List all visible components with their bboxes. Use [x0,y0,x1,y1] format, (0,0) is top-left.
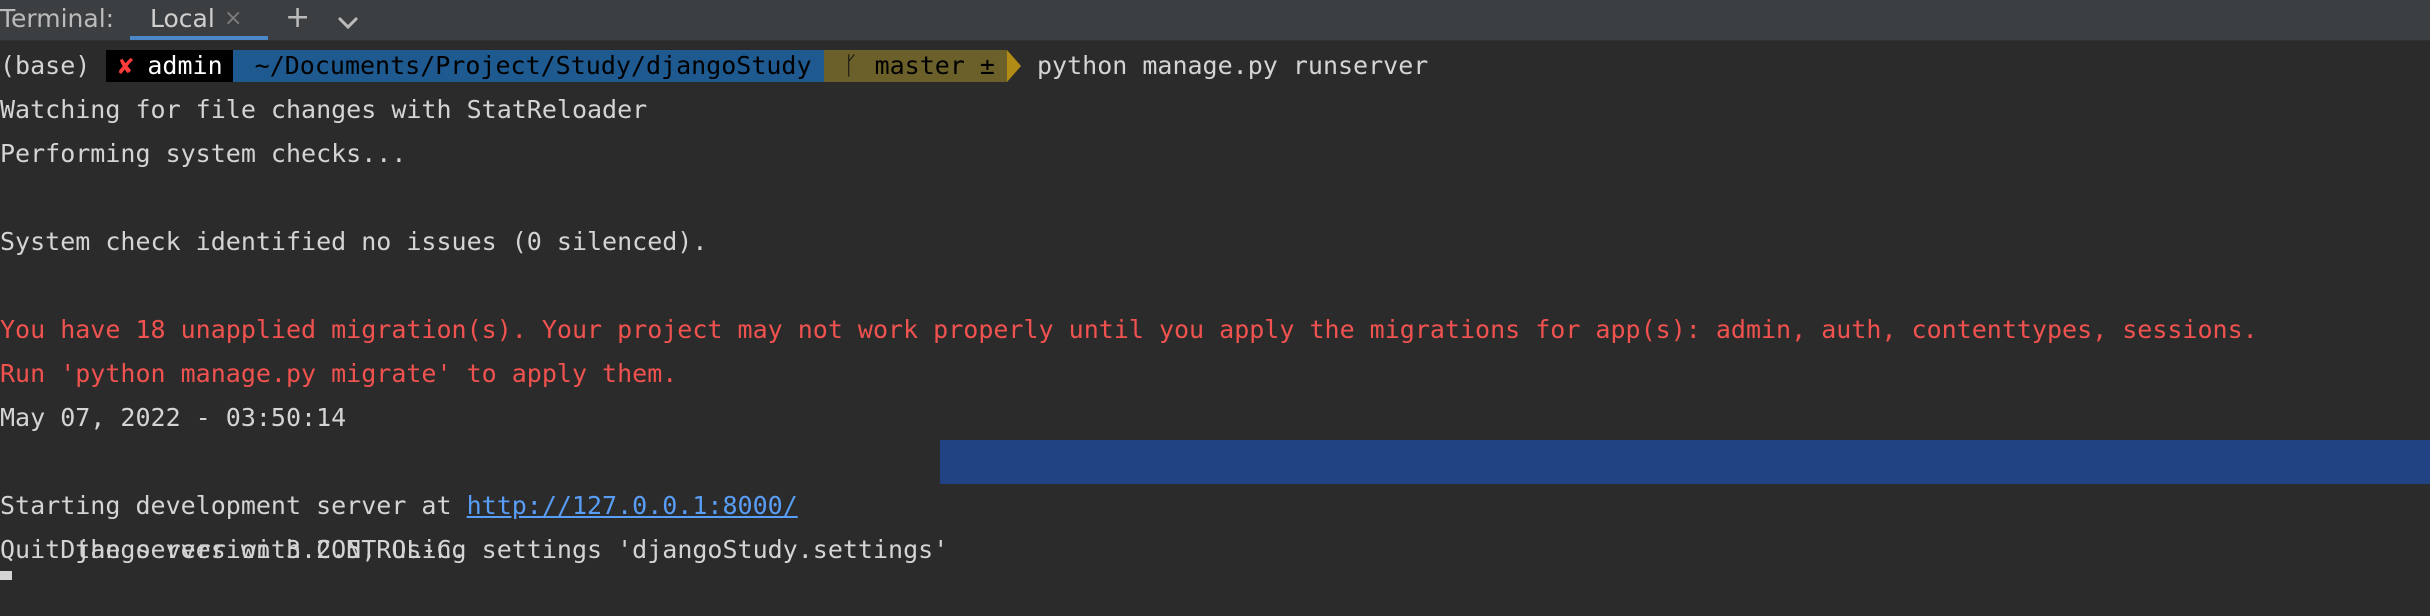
terminal-tabbar: Terminal: Local × + [0,0,2430,41]
error-x-icon: ✘ [118,51,134,80]
active-tab-indicator [130,36,268,40]
plus-icon[interactable]: + [285,0,310,36]
tab-local[interactable]: Local × [130,0,268,40]
output-line-blank [0,264,2430,308]
server-url-link[interactable]: http://127.0.0.1:8000/ [467,491,798,520]
server-start-line: Starting development server at http://12… [0,484,2430,528]
prompt-user-segment: ✘ admin [106,50,233,82]
git-branch: master ± [874,51,995,80]
migration-hint: Run 'python manage.py migrate' to apply … [0,359,678,388]
terminal-output[interactable]: (base) ✘ admin ~/Documents/Project/Study… [0,44,2430,572]
timestamp-line: May 07, 2022 - 03:50:14 [0,403,347,432]
django-version-line: Django version 3.2.5, using settings 'dj… [0,440,2430,564]
conda-env: (base) [0,51,91,80]
prompt-path: ~/Documents/Project/Study/djangoStudy [232,50,824,82]
terminal-cursor [0,571,12,580]
segment-arrow [1006,50,1021,82]
output-line-blank [0,176,2430,220]
close-icon[interactable]: × [224,4,242,34]
git-branch-icon: ᚴ [843,51,859,80]
prompt-user: admin [147,51,223,80]
server-start-text: Starting development server at [0,491,467,520]
selection-highlight [940,440,2430,484]
terminal-label: Terminal: [0,4,115,33]
prompt-line: (base) ✘ admin ~/Documents/Project/Study… [0,44,2430,88]
migration-warning: You have 18 unapplied migration(s). Your… [0,315,2258,344]
chevron-down-icon[interactable] [335,10,361,30]
output-line: System check identified no issues (0 sil… [0,227,708,256]
quit-hint-line: Quit the server with CONTROL-C. [0,535,467,564]
tab-local-label: Local [150,4,215,33]
prompt-git-segment: ᚴ master ± [823,50,1007,82]
command-text: python manage.py runserver [1036,51,1429,80]
output-line: Watching for file changes with StatReloa… [0,95,648,124]
output-line: Performing system checks... [0,139,407,168]
